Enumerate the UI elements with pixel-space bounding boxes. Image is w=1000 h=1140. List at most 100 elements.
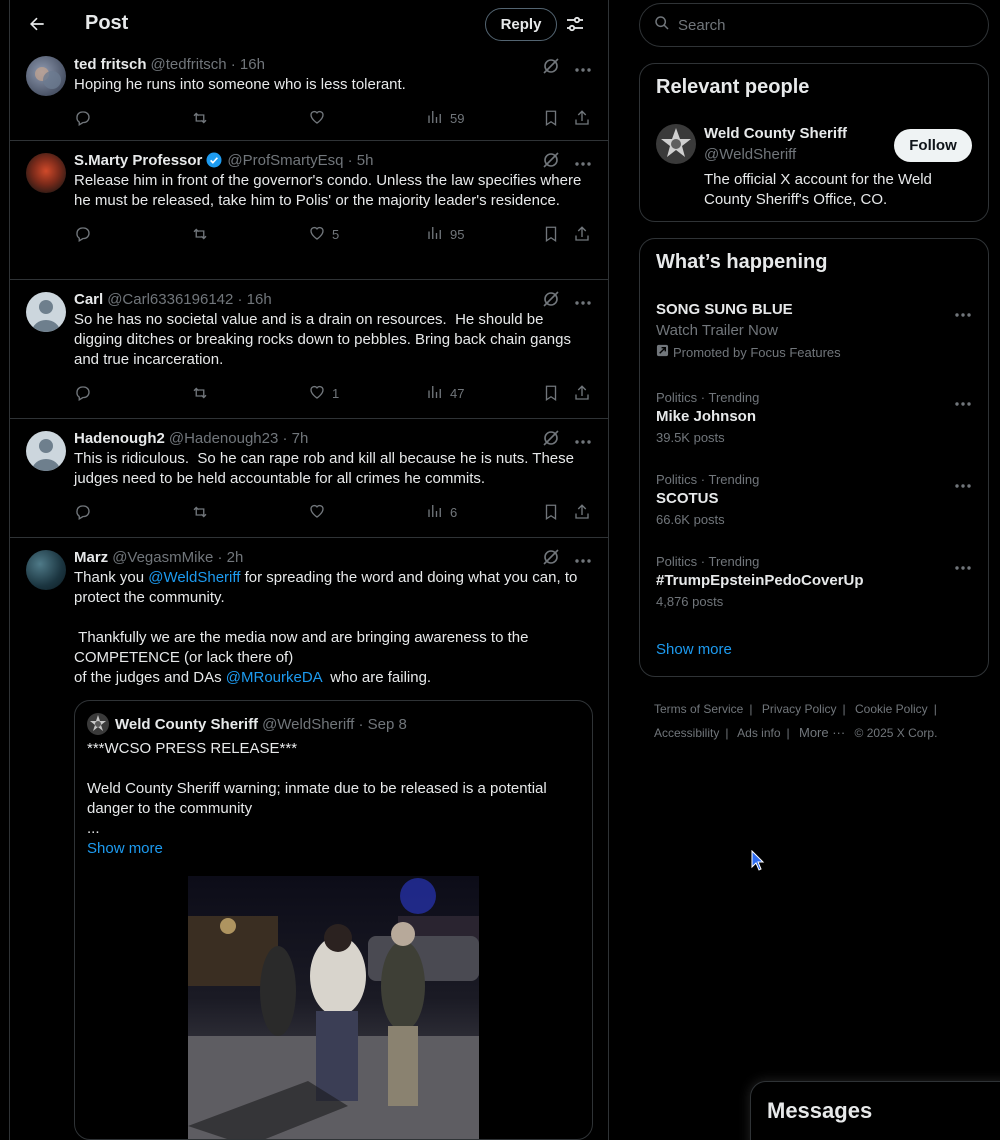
whats-happening-title: What’s happening	[656, 251, 828, 273]
reply-icon[interactable]	[74, 493, 92, 531]
sheriff-star-avatar-icon	[87, 713, 109, 735]
mention-link[interactable]: @WeldSheriff	[148, 569, 240, 586]
promoted-icon	[656, 344, 669, 360]
more-options-icon[interactable]	[954, 558, 972, 576]
author-handle[interactable]: @tedfritsch · 16h	[151, 56, 265, 73]
trend-count: 66.6K posts	[656, 512, 725, 527]
default-avatar-icon[interactable]	[26, 292, 66, 332]
author-handle[interactable]: @ProfSmartyEsq · 5h	[227, 152, 373, 169]
reply-icon[interactable]	[74, 99, 92, 137]
trend-item[interactable]: Politics · Trending SCOTUS 66.6K posts	[656, 472, 972, 527]
more-options-icon[interactable]	[574, 432, 592, 450]
more-options-icon[interactable]	[574, 154, 592, 172]
views-icon	[426, 108, 444, 129]
trend-count: 39.5K posts	[656, 430, 725, 445]
trend-item[interactable]: Politics · Trending #TrumpEpsteinPedoCov…	[656, 554, 972, 609]
search-input[interactable]	[678, 16, 958, 34]
grok-icon[interactable]	[542, 548, 560, 571]
avatar[interactable]	[26, 153, 66, 193]
back-arrow-icon[interactable]	[26, 13, 48, 35]
more-options-icon[interactable]	[574, 60, 592, 78]
privacy-link[interactable]: Privacy Policy	[762, 702, 837, 716]
quoted-tweet[interactable]: Weld County Sheriff @WeldSheriff · Sep 8 …	[74, 700, 593, 1140]
views-button[interactable]: 6	[426, 493, 457, 531]
bookmark-icon[interactable]	[542, 99, 560, 137]
more-options-icon[interactable]	[574, 551, 592, 569]
reply-tweet[interactable]: Carl @Carl6336196142 · 16h So he has no s…	[10, 280, 608, 419]
like-button[interactable]: 5	[308, 215, 339, 253]
share-icon[interactable]	[573, 374, 591, 412]
bookmark-icon[interactable]	[542, 374, 560, 412]
author-handle[interactable]: @VegasmMike · 2h	[112, 549, 243, 566]
mouse-cursor-icon	[751, 849, 765, 877]
grok-icon[interactable]	[542, 151, 560, 174]
bookmark-icon[interactable]	[542, 215, 560, 253]
author-name[interactable]: Carl	[74, 291, 103, 308]
video-thumbnail[interactable]	[188, 876, 479, 1139]
reply-tweet[interactable]: Marz @VegasmMike · 2h Thank you @WeldSher…	[10, 538, 608, 1140]
trend-category: Politics · Trending	[656, 554, 760, 569]
show-more-link[interactable]: Show more	[87, 839, 580, 859]
trend-title: #TrumpEpsteinPedoCoverUp	[656, 572, 864, 589]
author-name[interactable]: ted fritsch	[74, 56, 147, 73]
person-handle[interactable]: @WeldSheriff	[704, 146, 796, 163]
follow-button[interactable]: Follow	[894, 129, 972, 162]
show-more-link[interactable]: Show more	[656, 641, 732, 658]
person-name[interactable]: Weld County Sheriff	[704, 125, 847, 142]
reply-tweet[interactable]: S.Marty Professor @ProfSmartyEsq · 5h Rel…	[10, 141, 608, 280]
share-icon[interactable]	[573, 215, 591, 253]
bookmark-icon[interactable]	[542, 493, 560, 531]
grok-icon[interactable]	[542, 57, 560, 80]
grok-icon[interactable]	[542, 429, 560, 452]
default-avatar-icon[interactable]	[26, 431, 66, 471]
like-button[interactable]	[308, 99, 332, 137]
tweet-text: Hoping he runs into someone who is less …	[74, 76, 406, 93]
terms-link[interactable]: Terms of Service	[654, 702, 743, 716]
author-handle[interactable]: @Carl6336196142 · 16h	[107, 291, 272, 308]
repost-icon[interactable]	[191, 99, 209, 137]
sheriff-avatar-icon[interactable]	[656, 124, 696, 169]
reply-button[interactable]: Reply	[485, 8, 557, 41]
views-button[interactable]: 47	[426, 374, 464, 412]
like-button[interactable]	[308, 493, 332, 531]
author-name[interactable]: Hadenough2	[74, 430, 165, 447]
share-icon[interactable]	[573, 99, 591, 137]
quoted-author-handle[interactable]: @WeldSheriff · Sep 8	[262, 716, 407, 733]
cookie-link[interactable]: Cookie Policy	[855, 702, 928, 716]
author-handle[interactable]: @Hadenough23 · 7h	[169, 430, 309, 447]
mention-link[interactable]: @MRourkeDA	[226, 669, 322, 686]
more-options-icon[interactable]	[954, 394, 972, 412]
messages-drawer[interactable]: Messages	[750, 1081, 1000, 1140]
author-name[interactable]: Marz	[74, 549, 108, 566]
avatar[interactable]	[26, 550, 66, 590]
views-button[interactable]: 59	[426, 99, 464, 137]
repost-icon[interactable]	[191, 215, 209, 253]
quoted-author-name[interactable]: Weld County Sheriff	[115, 716, 258, 733]
reply-icon[interactable]	[74, 215, 92, 253]
share-icon[interactable]	[573, 493, 591, 531]
grok-icon[interactable]	[542, 290, 560, 313]
accessibility-link[interactable]: Accessibility	[654, 726, 719, 740]
sliders-icon[interactable]	[565, 14, 585, 39]
reply-tweet[interactable]: ted fritsch @tedfritsch · 16h Hoping he r…	[10, 47, 608, 141]
more-options-icon[interactable]	[954, 305, 972, 323]
repost-icon[interactable]	[191, 493, 209, 531]
search-icon	[654, 15, 670, 36]
author-name[interactable]: S.Marty Professor	[74, 152, 202, 169]
ads-info-link[interactable]: Ads info	[737, 726, 780, 740]
reply-tweet[interactable]: Hadenough2 @Hadenough23 · 7h This is ridi…	[10, 419, 608, 538]
more-link[interactable]: More ···	[799, 725, 845, 740]
more-options-icon[interactable]	[954, 476, 972, 494]
whats-happening-card: What’s happening SONG SUNG BLUE Watch Tr…	[639, 238, 989, 677]
views-button[interactable]: 95	[426, 215, 464, 253]
like-button[interactable]: 1	[308, 374, 339, 412]
reply-icon[interactable]	[74, 374, 92, 412]
search-bar[interactable]	[639, 3, 989, 47]
avatar[interactable]	[26, 56, 66, 96]
more-options-icon[interactable]	[574, 293, 592, 311]
promoted-trend[interactable]: SONG SUNG BLUE Watch Trailer Now Promote…	[656, 301, 972, 360]
verified-badge-icon	[205, 151, 223, 169]
repost-icon[interactable]	[191, 374, 209, 412]
views-icon	[426, 383, 444, 404]
trend-item[interactable]: Politics · Trending Mike Johnson 39.5K p…	[656, 390, 972, 445]
